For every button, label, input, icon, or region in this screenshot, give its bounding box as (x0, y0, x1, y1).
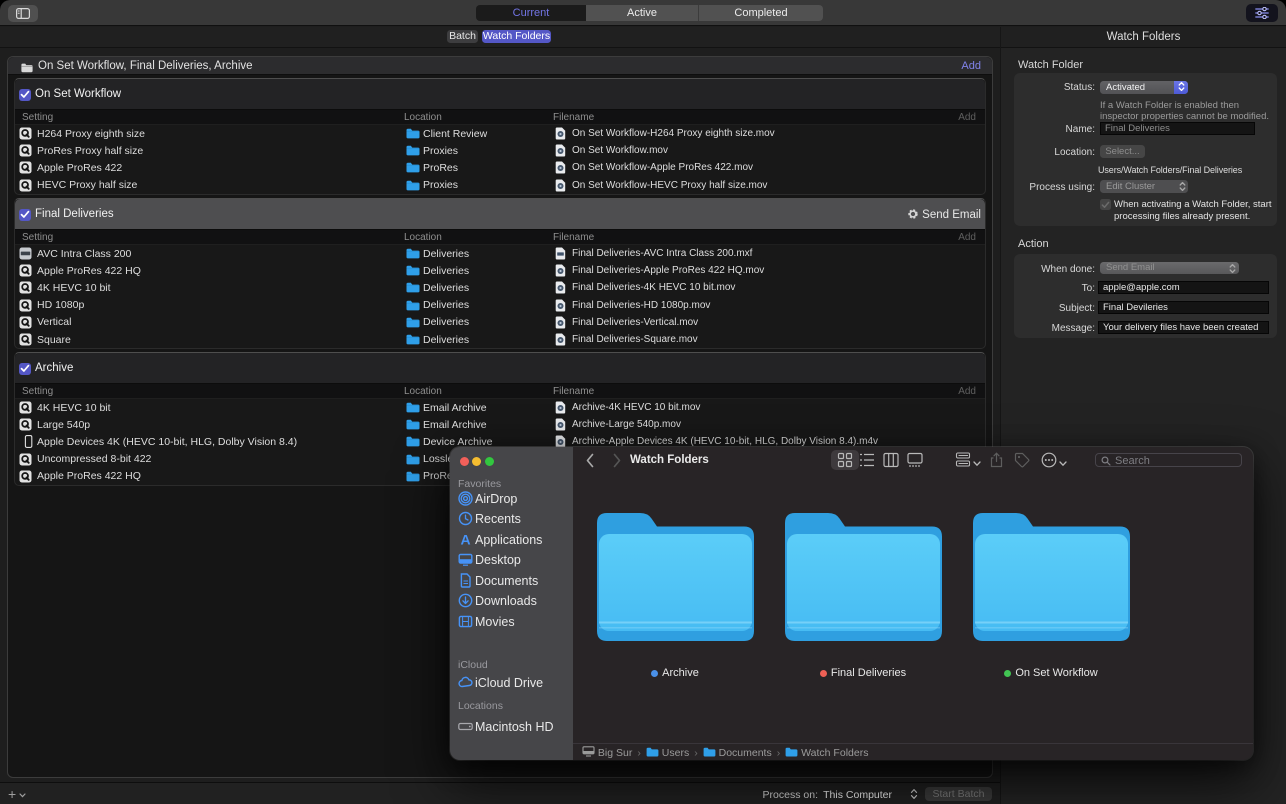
svg-text:A: A (460, 532, 470, 547)
